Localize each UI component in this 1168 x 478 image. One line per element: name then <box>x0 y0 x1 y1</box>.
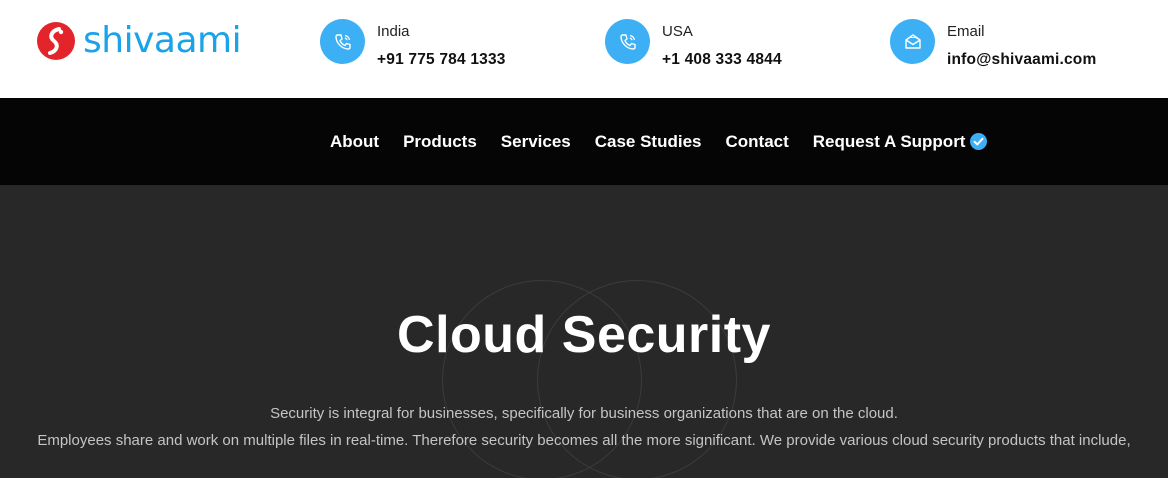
nav-item-request-support[interactable]: Request A Support <box>813 132 988 152</box>
nav-item-services[interactable]: Services <box>501 132 571 152</box>
nav-item-about[interactable]: About <box>330 132 379 152</box>
mail-icon <box>890 19 935 64</box>
hero-description-line: Employees share and work on multiple fil… <box>37 432 1131 449</box>
contact-email: Email info@shivaami.com <box>890 19 1096 70</box>
usa-phone-link[interactable]: +1 408 333 4844 <box>662 50 782 70</box>
contact-india: India +91 775 784 1333 <box>320 19 506 70</box>
top-header: shivaami India +91 775 784 1333 USA +1 4… <box>0 0 1168 98</box>
phone-icon <box>605 19 650 64</box>
brand-logo[interactable]: shivaami <box>37 20 242 61</box>
page-title: Cloud Security <box>397 306 771 364</box>
nav-item-contact[interactable]: Contact <box>726 132 789 152</box>
contact-label: Email <box>947 23 985 40</box>
india-phone-link[interactable]: +91 775 784 1333 <box>377 50 506 70</box>
logo-mark-icon <box>37 22 75 60</box>
email-link[interactable]: info@shivaami.com <box>947 50 1096 70</box>
hero-description-line: Security is integral for businesses, spe… <box>270 405 898 422</box>
nav-menu: About Products Services Case Studies Con… <box>330 98 988 185</box>
nav-item-label: Request A Support <box>812 131 966 151</box>
nav-item-case-studies[interactable]: Case Studies <box>595 132 702 152</box>
contact-usa: USA +1 408 333 4844 <box>605 19 782 70</box>
contact-label: India <box>377 23 410 40</box>
main-navbar: About Products Services Case Studies Con… <box>0 98 1168 185</box>
brand-name: shivaami <box>83 20 242 61</box>
phone-icon <box>320 19 365 64</box>
contact-label: USA <box>662 23 693 40</box>
hero-section: Cloud Security Security is integral for … <box>0 185 1168 478</box>
verified-check-icon <box>970 133 988 150</box>
nav-item-products[interactable]: Products <box>403 132 477 152</box>
